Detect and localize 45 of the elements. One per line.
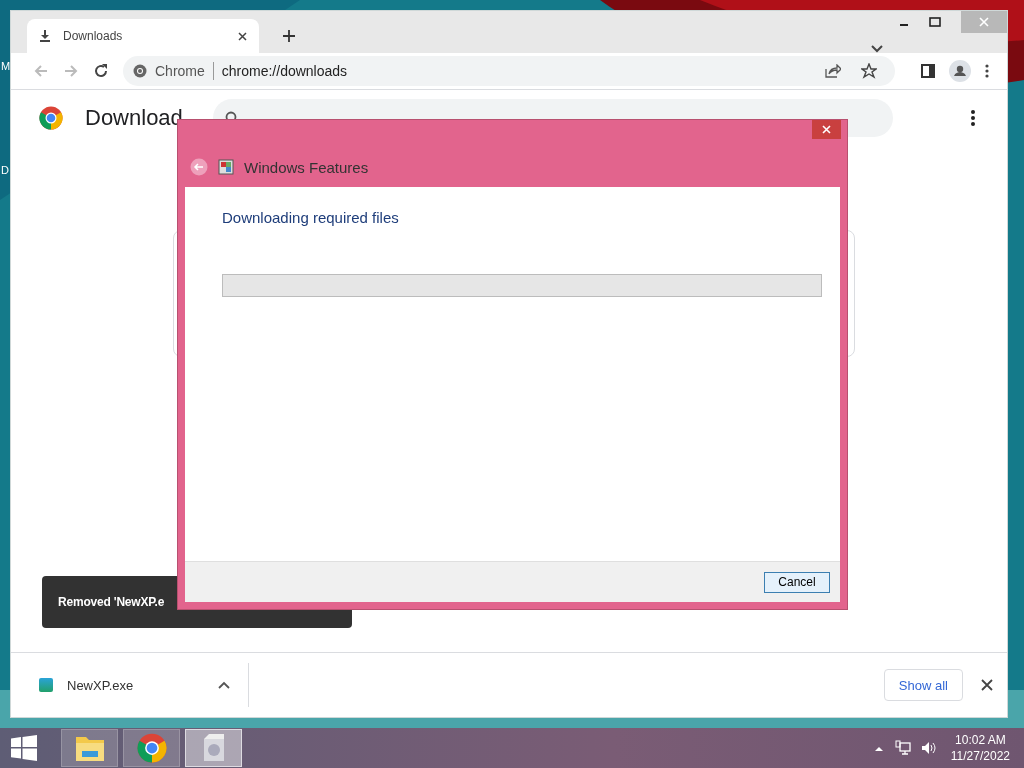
windows-start-icon[interactable]	[11, 735, 37, 761]
dialog-title: Windows Features	[244, 158, 369, 176]
new-tab-icon[interactable]	[283, 30, 295, 42]
address-bar[interactable]: Chrome chrome://downloads	[123, 56, 895, 86]
dialog-heading: Downloading required files	[222, 209, 400, 226]
network-icon[interactable]	[894, 740, 911, 756]
browser-tab[interactable]: Downloads	[27, 19, 259, 53]
star-icon[interactable]	[861, 63, 877, 79]
more-icon[interactable]	[971, 110, 975, 126]
taskbar-app[interactable]	[123, 729, 180, 767]
site-label: Chrome	[155, 63, 205, 79]
desktop-icon-label[interactable]: M	[1, 60, 11, 72]
window-features-icon	[218, 159, 234, 175]
chevron-down-icon[interactable]	[871, 45, 883, 53]
desktop-icon-label[interactable]: D	[1, 164, 9, 176]
menu-icon[interactable]	[985, 64, 989, 78]
close-icon[interactable]	[238, 31, 247, 41]
cancel-button[interactable]: Cancel	[764, 571, 830, 593]
show-all-button[interactable]: Show all	[883, 669, 963, 701]
side-panel-icon[interactable]	[921, 64, 935, 78]
clock-time[interactable]: 10:02 AM	[955, 732, 1006, 748]
file-icon	[39, 678, 53, 692]
close-button[interactable]	[812, 120, 841, 139]
reload-icon[interactable]	[93, 63, 109, 79]
page-title: Download	[85, 105, 184, 131]
tab-title: Downloads	[63, 29, 123, 43]
chrome-logo	[39, 106, 63, 130]
back-icon[interactable]	[190, 158, 208, 176]
taskbar-app[interactable]	[61, 729, 118, 767]
show-hidden-icons[interactable]	[874, 745, 883, 751]
maximize-icon[interactable]	[929, 17, 941, 27]
close-icon	[822, 125, 831, 134]
profile-avatar-icon[interactable]	[949, 60, 971, 82]
close-icon[interactable]	[981, 679, 993, 691]
chrome-icon	[133, 64, 147, 78]
close-icon	[979, 17, 989, 27]
chrome-icon	[136, 733, 167, 763]
toast-message: Removed 'NewXP.e	[58, 595, 165, 609]
download-icon	[39, 30, 51, 42]
speaker-icon[interactable]	[920, 740, 937, 756]
url-text: chrome://downloads	[221, 63, 348, 79]
file-name[interactable]: NewXP.exe	[67, 677, 134, 693]
share-icon[interactable]	[825, 64, 841, 78]
clock-date[interactable]: 11/27/2022	[950, 748, 1010, 764]
chevron-up-icon[interactable]	[218, 681, 230, 689]
